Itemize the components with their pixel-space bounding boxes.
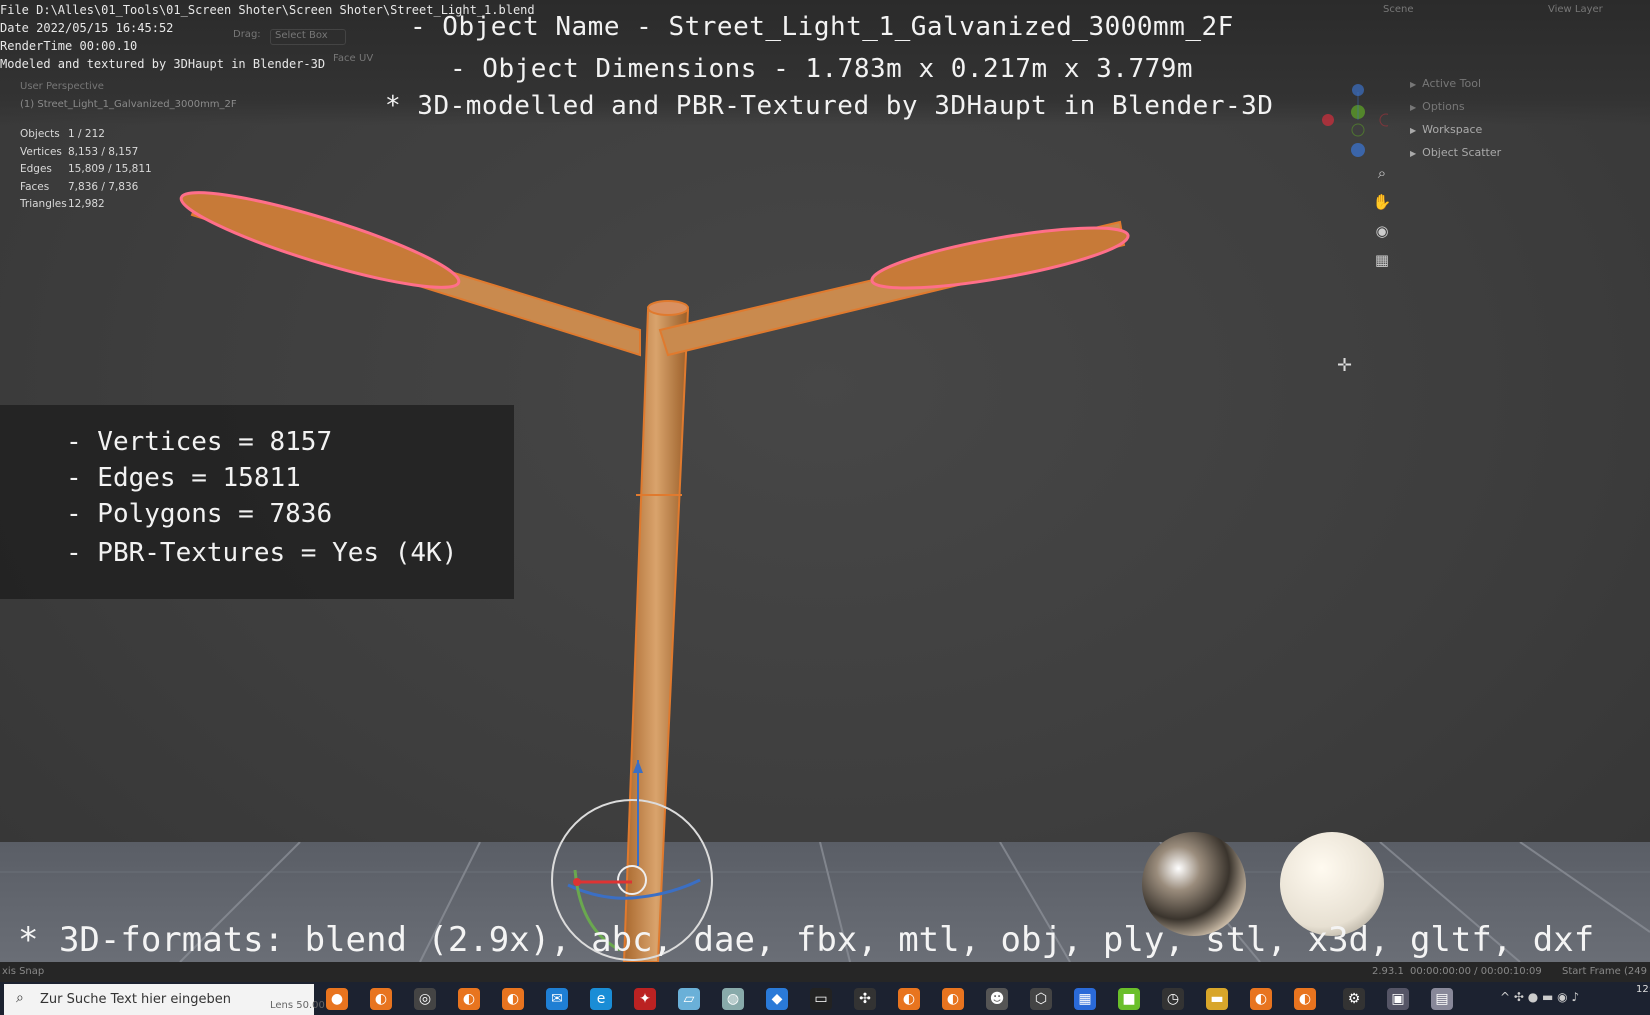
settings-gear-icon[interactable]: ⚙ — [1343, 988, 1365, 1010]
blender-icon[interactable]: ◐ — [458, 988, 480, 1010]
status-snap: xis Snap — [2, 966, 45, 977]
blender-icon[interactable]: ◐ — [1294, 988, 1316, 1010]
terminal-icon[interactable]: ▭ — [810, 988, 832, 1010]
search-placeholder: Zur Suche Text hier eingeben — [40, 992, 231, 1007]
3d-viewport[interactable]: Drag: Select Box Face UV Scene View Laye… — [0, 0, 1650, 962]
system-tray[interactable]: ^ ✣ ● ▬ ◉ ♪ — [1500, 990, 1579, 1004]
formats-caption: * 3D-formats: blend (2.9x), abc, dae, fb… — [18, 920, 1595, 960]
app-icon[interactable]: ▣ — [1387, 988, 1409, 1010]
calendar-icon[interactable]: ▦ — [1074, 988, 1096, 1010]
spec-textures: - PBR-Textures = Yes (4K) — [66, 538, 458, 568]
obs-icon[interactable]: ◎ — [414, 988, 436, 1010]
left-lamp-head — [179, 191, 461, 289]
panda-icon[interactable]: ☻ — [986, 988, 1008, 1010]
app-icon[interactable]: ▤ — [1431, 988, 1453, 1010]
status-bar: xis Snap 2.93.1 00:00:00:00 / 00:00:10:0… — [0, 962, 1650, 982]
cube-icon[interactable]: ⬡ — [1030, 988, 1052, 1010]
taskbar-search-box[interactable]: ⌕ Zur Suche Text hier eingeben — [4, 984, 314, 1015]
status-version: 2.93.1 — [1372, 966, 1404, 977]
tool-icon[interactable]: ✣ — [854, 988, 876, 1010]
nvidia-icon[interactable]: ■ — [1118, 988, 1140, 1010]
status-timecode: 00:00:00:00 / 00:00:10:09 — [1410, 966, 1542, 977]
clock-app-icon[interactable]: ◷ — [1162, 988, 1184, 1010]
edge-browser-icon[interactable]: e — [590, 988, 612, 1010]
notes-icon[interactable]: ▱ — [678, 988, 700, 1010]
taskbar-clock[interactable]: 12: — [1636, 984, 1650, 995]
app-red-icon[interactable]: ✦ — [634, 988, 656, 1010]
chat-icon[interactable]: ◆ — [766, 988, 788, 1010]
blender-icon[interactable]: ◐ — [942, 988, 964, 1010]
folder-icon[interactable]: ▬ — [1206, 988, 1228, 1010]
lens-label: Lens 50.00 — [270, 1000, 325, 1011]
blender-icon[interactable]: ◐ — [370, 988, 392, 1010]
paint-icon[interactable]: ◍ — [722, 988, 744, 1010]
search-icon: ⌕ — [16, 990, 24, 1006]
blender-icon[interactable]: ◐ — [1250, 988, 1272, 1010]
blender-active-icon[interactable]: ◐ — [898, 988, 920, 1010]
mail-icon[interactable]: ✉ — [546, 988, 568, 1010]
status-frame: Start Frame (249 le — [1562, 966, 1650, 977]
spec-polygons: - Polygons = 7836 — [66, 499, 333, 529]
blender-icon[interactable]: ◐ — [502, 988, 524, 1010]
firefox-icon[interactable]: ● — [326, 988, 348, 1010]
spec-vertices: - Vertices = 8157 — [66, 427, 333, 457]
specs-box: - Vertices = 8157 - Edges = 15811 - Poly… — [0, 405, 514, 599]
right-lamp-head — [870, 226, 1130, 290]
spec-edges: - Edges = 15811 — [66, 463, 301, 493]
pole-shaft — [622, 309, 690, 962]
